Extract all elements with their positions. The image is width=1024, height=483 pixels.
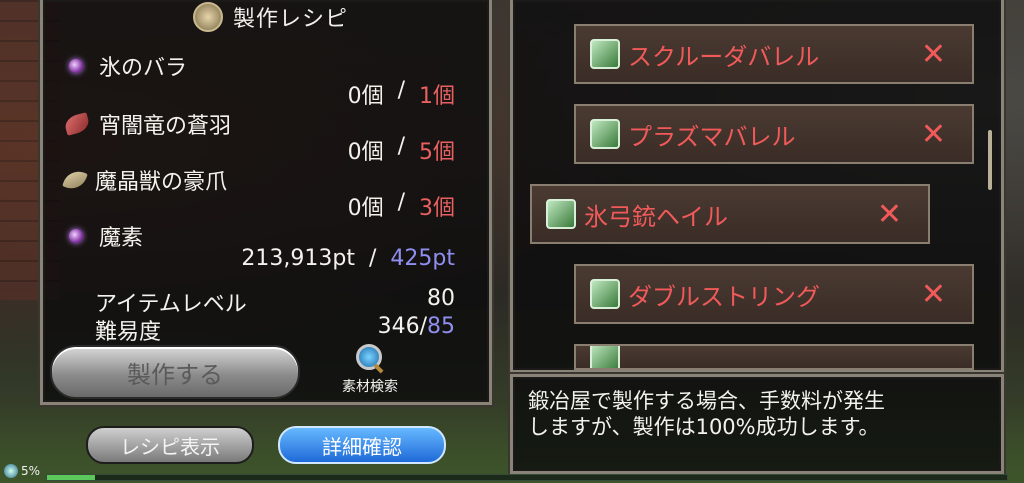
material-need: 425pt — [390, 246, 455, 271]
panel-title-bar: 製作レシピ — [193, 0, 348, 34]
message-text: 鍛冶屋で製作する場合、手数料が発生 しますが、製作は100%成功します。 — [528, 388, 988, 440]
claw-icon — [62, 167, 88, 193]
material-search-label: 素材検索 — [342, 379, 398, 395]
close-icon[interactable]: ✕ — [877, 197, 902, 232]
mana-orb-icon — [69, 229, 83, 243]
difficulty-value: 346/85 — [378, 314, 455, 339]
recipe-display-button[interactable]: レシピ表示 — [86, 426, 254, 464]
count-separator: / — [397, 134, 405, 159]
recipe-name: プラズマバレル — [628, 122, 796, 151]
recipe-item[interactable]: プラズマバレル ✕ — [574, 104, 974, 164]
weapon-icon — [590, 346, 620, 368]
recipe-item[interactable]: スクルーダバレル ✕ — [574, 24, 974, 84]
experience-bar-fill — [47, 475, 95, 480]
material-have: 0個 — [347, 140, 384, 165]
count-separator: / — [397, 78, 405, 103]
material-count: 0個 / 1個 — [348, 78, 455, 110]
material-count: 213,913pt / 425pt — [241, 246, 455, 271]
close-icon[interactable]: ✕ — [921, 117, 946, 152]
material-name: 氷のバラ — [99, 56, 188, 81]
experience-bar — [46, 474, 1008, 481]
message-line: しますが、製作は100%成功します。 — [528, 415, 880, 439]
detail-confirm-button[interactable]: 詳細確認 — [278, 426, 446, 464]
material-count: 0個 / 3個 — [348, 190, 455, 222]
material-need: 1個 — [419, 84, 455, 109]
material-name: 魔素 — [99, 226, 144, 251]
scrollbar[interactable] — [988, 130, 992, 190]
difficulty-required: 85 — [427, 314, 455, 339]
material-search-button[interactable]: 素材検索 — [330, 344, 410, 396]
material-have: 0個 — [347, 196, 384, 221]
close-icon[interactable]: ✕ — [921, 277, 946, 312]
recipe-item-partial[interactable] — [574, 344, 974, 370]
status-indicator: 5% — [4, 464, 40, 478]
weapon-icon — [590, 279, 620, 309]
difficulty-label: 難易度 — [95, 320, 162, 345]
weapon-icon — [546, 199, 576, 229]
count-separator: / — [368, 246, 377, 271]
craft-button[interactable]: 製作する — [50, 345, 300, 399]
message-line: 鍛冶屋で製作する場合、手数料が発生 — [528, 389, 885, 413]
material-row-feather: 宵闇竜の蒼羽 — [63, 108, 232, 140]
material-need: 5個 — [419, 140, 455, 165]
material-have: 213,913pt — [241, 246, 355, 271]
material-name: 魔晶獣の豪爪 — [95, 170, 228, 195]
material-have: 0個 — [347, 84, 384, 109]
material-need: 3個 — [419, 196, 455, 221]
recipe-name: ダブルストリング — [628, 282, 820, 311]
difficulty-current: 346/ — [377, 314, 427, 339]
material-row-mana: 魔素 — [65, 220, 143, 252]
material-count: 0個 / 5個 — [348, 134, 455, 166]
status-percent: 5% — [21, 464, 41, 478]
material-row-ice-rose: 氷のバラ — [65, 50, 187, 82]
close-icon[interactable]: ✕ — [921, 37, 946, 72]
recipe-item-selected[interactable]: 氷弓銃ヘイル ✕ — [530, 184, 930, 244]
status-orb-icon — [4, 464, 18, 478]
feather-icon — [63, 112, 91, 136]
item-level-value: 80 — [427, 286, 455, 311]
count-separator: / — [397, 190, 405, 215]
material-name: 宵闇竜の蒼羽 — [99, 114, 232, 139]
anvil-icon — [193, 2, 223, 32]
material-row-claw: 魔晶獣の豪爪 — [62, 164, 228, 196]
magnifier-icon — [356, 344, 384, 374]
weapon-icon — [590, 39, 620, 69]
recipe-item[interactable]: ダブルストリング ✕ — [574, 264, 974, 324]
recipe-name: スクルーダバレル — [628, 42, 820, 71]
ice-rose-orb-icon — [69, 59, 83, 73]
weapon-icon — [590, 119, 620, 149]
panel-title: 製作レシピ — [233, 7, 349, 32]
recipe-name: 氷弓銃ヘイル — [584, 202, 728, 231]
